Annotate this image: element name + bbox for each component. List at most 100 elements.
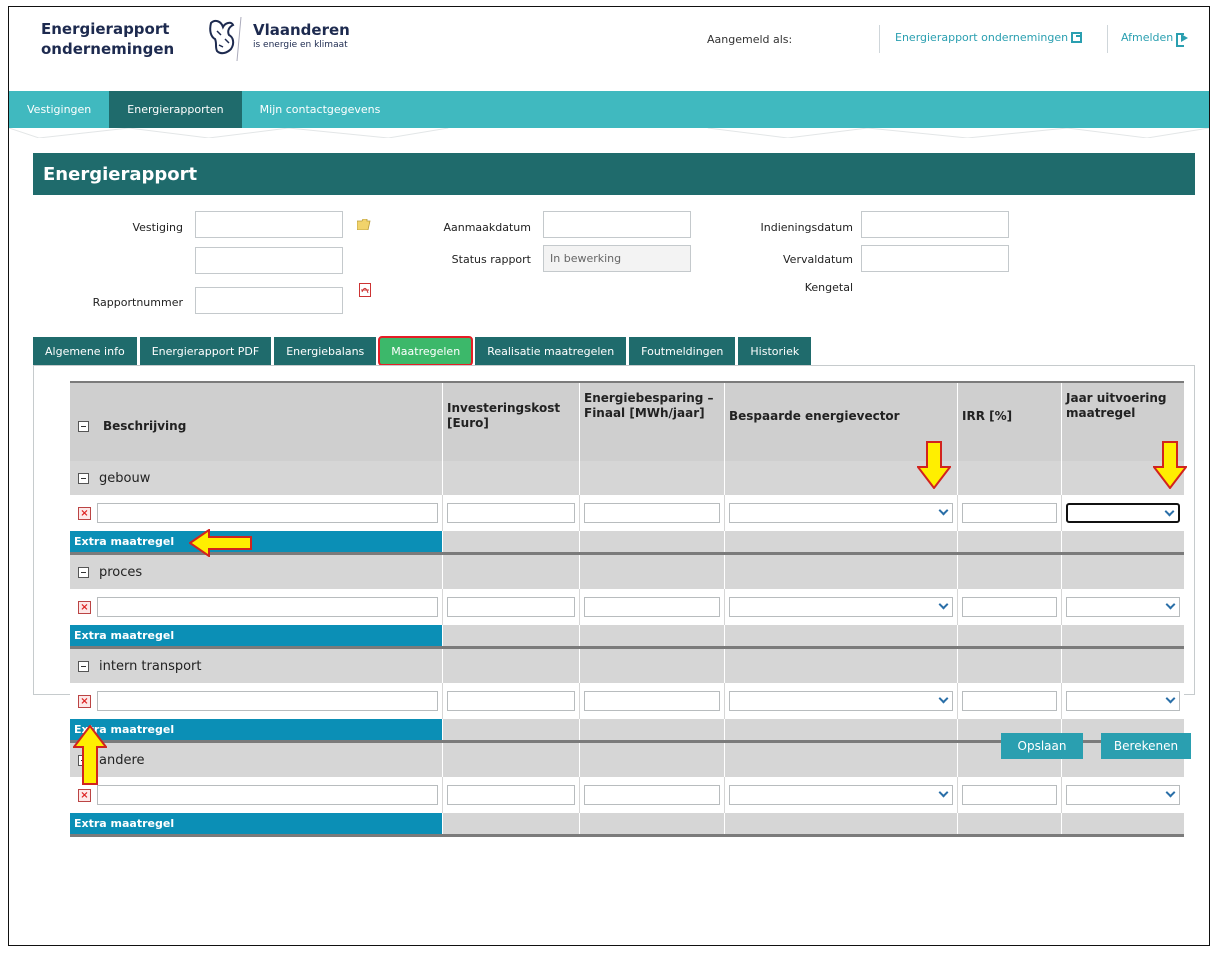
energierapport-panel: Energierapport Vestiging Rapportnummer A… (33, 153, 1195, 837)
save-button[interactable]: Opslaan (1001, 733, 1083, 759)
calculate-button[interactable]: Berekenen (1101, 733, 1191, 759)
vestiging-label: Vestiging (132, 221, 183, 234)
tab-energiebalans[interactable]: Energiebalans (274, 337, 377, 365)
collapse-icon[interactable] (78, 566, 89, 578)
tab-algemene-info[interactable]: Algemene info (33, 337, 137, 365)
delete-icon[interactable]: × (78, 694, 91, 708)
tab-foutmeldingen[interactable]: Foutmeldingen (629, 337, 736, 365)
tab-historiek[interactable]: Historiek (738, 337, 812, 365)
header-divider (879, 25, 880, 53)
beschrijving-input[interactable] (97, 503, 438, 523)
pdf-icon[interactable] (359, 283, 371, 297)
extra-maatregel-button[interactable]: Extra maatregel (70, 625, 442, 646)
investeringskost-cell (442, 589, 579, 625)
empty-cell (442, 813, 579, 834)
aanmaakdatum-field[interactable] (543, 211, 691, 238)
annotation-arrow-left-icon (189, 529, 252, 557)
jaar-select[interactable] (1066, 597, 1180, 617)
extra-maatregel-button[interactable]: Extra maatregel (70, 531, 442, 552)
energiebesparing-cell (579, 495, 724, 531)
beschrijving-cell: × (70, 589, 442, 625)
aanmaakdatum-label: Aanmaakdatum (443, 221, 531, 234)
grid-header: Beschrijving Investeringskost [Euro] Ene… (70, 381, 1184, 461)
category-row: proces (70, 555, 1184, 589)
logout-link[interactable]: Afmelden (1121, 31, 1189, 47)
energievector-select[interactable] (729, 503, 953, 523)
jaar-cell (1061, 683, 1184, 719)
nav-decoration (9, 128, 1209, 138)
chevron-down-icon (1164, 506, 1175, 517)
investeringskost-cell (442, 683, 579, 719)
energiebesparing-input[interactable] (584, 503, 720, 523)
tab-maatregelen[interactable]: Maatregelen (378, 336, 474, 366)
logo-title: Vlaanderen (253, 21, 350, 39)
irr-input[interactable] (962, 785, 1057, 805)
energiebesparing-input[interactable] (584, 785, 720, 805)
tab-energierapport-pdf[interactable]: Energierapport PDF (139, 337, 272, 365)
empty-cell (579, 531, 724, 552)
energievector-select[interactable] (729, 597, 953, 617)
folder-icon[interactable] (357, 219, 371, 230)
empty-cell (957, 813, 1061, 834)
beschrijving-cell: × (70, 495, 442, 531)
extra-maatregel-button[interactable]: Extra maatregel (70, 719, 442, 740)
nav-contactgegevens[interactable]: Mijn contactgegevens (242, 91, 399, 128)
nav-vestigingen[interactable]: Vestigingen (9, 91, 109, 128)
header-energiebesparing: Energiebesparing – Finaal [MWh/jaar] (579, 383, 724, 461)
jaar-select[interactable] (1066, 691, 1180, 711)
irr-input[interactable] (962, 691, 1057, 711)
energievector-select[interactable] (729, 785, 953, 805)
rapportnummer-field[interactable] (195, 287, 343, 314)
empty-cell (579, 813, 724, 834)
delete-icon[interactable]: × (78, 600, 91, 614)
header-beschrijving: Beschrijving (70, 383, 442, 461)
empty-cell (724, 649, 957, 683)
vervaldatum-field[interactable] (861, 245, 1009, 272)
beschrijving-input[interactable] (97, 785, 438, 805)
irr-input[interactable] (962, 503, 1057, 523)
investeringskost-input[interactable] (447, 597, 575, 617)
indieningsdatum-field[interactable] (861, 211, 1009, 238)
investeringskost-input[interactable] (447, 785, 575, 805)
energievector-select[interactable] (729, 691, 953, 711)
annotation-arrow-up-icon (73, 725, 107, 785)
top-navigation: Vestigingen Energierapporten Mijn contac… (9, 91, 1209, 128)
irr-cell (957, 683, 1061, 719)
empty-cell (442, 719, 579, 740)
vestiging-name-field[interactable] (195, 247, 343, 274)
beschrijving-input[interactable] (97, 691, 438, 711)
irr-input[interactable] (962, 597, 1057, 617)
collapse-icon[interactable] (78, 660, 89, 672)
empty-cell (579, 461, 724, 495)
investeringskost-cell (442, 777, 579, 813)
rapportnummer-label: Rapportnummer (92, 296, 183, 309)
empty-cell (579, 625, 724, 646)
beschrijving-input[interactable] (97, 597, 438, 617)
vestiging-field[interactable] (195, 211, 343, 238)
extra-maatregel-button[interactable]: Extra maatregel (70, 813, 442, 834)
maatregel-row: × (70, 683, 1184, 719)
logout-icon (1176, 32, 1189, 47)
investeringskost-cell (442, 495, 579, 531)
energiebesparing-input[interactable] (584, 691, 720, 711)
maatregelen-grid: Beschrijving Investeringskost [Euro] Ene… (70, 381, 1184, 837)
investeringskost-input[interactable] (447, 691, 575, 711)
delete-icon[interactable]: × (78, 506, 91, 520)
investeringskost-input[interactable] (447, 503, 575, 523)
collapse-all-icon[interactable] (78, 420, 89, 432)
empty-cell (724, 625, 957, 646)
extra-row: Extra maatregel (70, 625, 1184, 649)
tab-realisatie-maatregelen[interactable]: Realisatie maatregelen (475, 337, 627, 365)
empty-cell (957, 461, 1061, 495)
delete-icon[interactable]: × (78, 788, 91, 802)
nav-energierapporten[interactable]: Energierapporten (109, 91, 242, 128)
header-label: Beschrijving (103, 418, 187, 433)
app-brand[interactable]: Energierapport ondernemingen (41, 19, 211, 59)
jaar-cell (1061, 495, 1184, 531)
chevron-down-icon (938, 505, 949, 516)
app-link[interactable]: Energierapport ondernemingen (895, 31, 1083, 44)
jaar-select[interactable] (1066, 503, 1180, 523)
collapse-icon[interactable] (78, 472, 89, 484)
energiebesparing-input[interactable] (584, 597, 720, 617)
jaar-select[interactable] (1066, 785, 1180, 805)
